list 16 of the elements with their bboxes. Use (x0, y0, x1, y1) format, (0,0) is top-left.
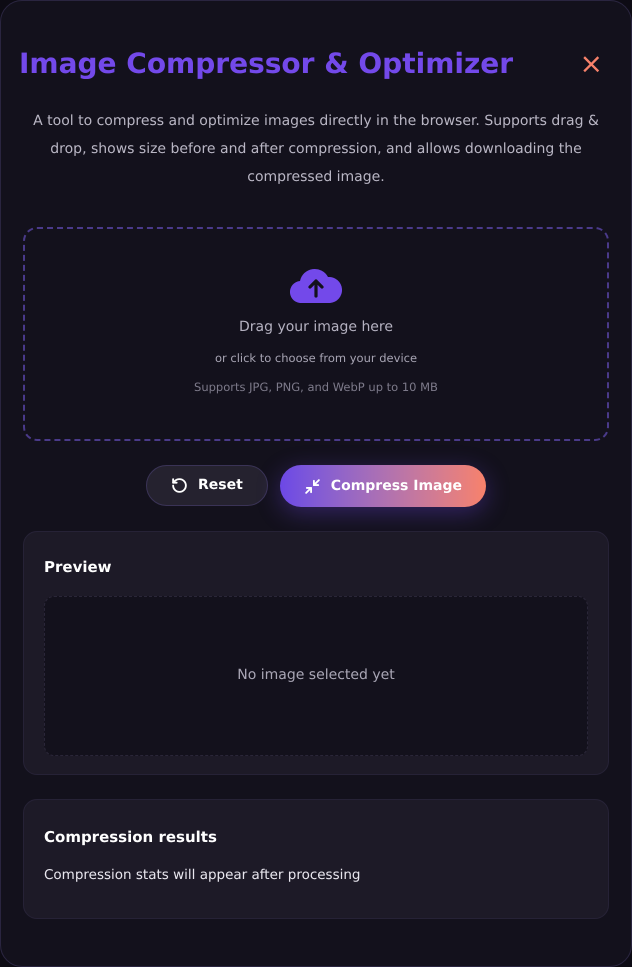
preview-title: Preview (44, 557, 113, 578)
reset-icon (171, 477, 188, 494)
preview-empty-text: No image selected yet (237, 666, 395, 685)
dropzone-hint: Supports JPG, PNG, and WebP up to 10 MB (194, 379, 438, 396)
reset-button[interactable]: Reset (146, 465, 268, 506)
cloud-upload-icon (290, 267, 342, 303)
close-button[interactable]: × (580, 50, 603, 78)
compress-icon (304, 478, 321, 494)
compress-button[interactable]: Compress Image (280, 465, 486, 507)
dropzone-subtitle: or click to choose from your device (214, 350, 418, 367)
modal-title: Image Compressor & Optimizer (19, 46, 514, 82)
modal-description: A tool to compress and optimize images directly in the browser. Supports drag & drop, shows size before and after compression, and allows downloading the compressed image. (32, 112, 600, 187)
upload-dropzone[interactable]: Drag your image here or click to choose from your device Supports JPG, PNG, and WebP up to 10 MB (23, 227, 609, 441)
dropzone-title: Drag your image here (239, 318, 393, 337)
results-title: Compression results (44, 827, 218, 848)
results-empty-text: Compression stats will appear after processing (44, 866, 362, 884)
